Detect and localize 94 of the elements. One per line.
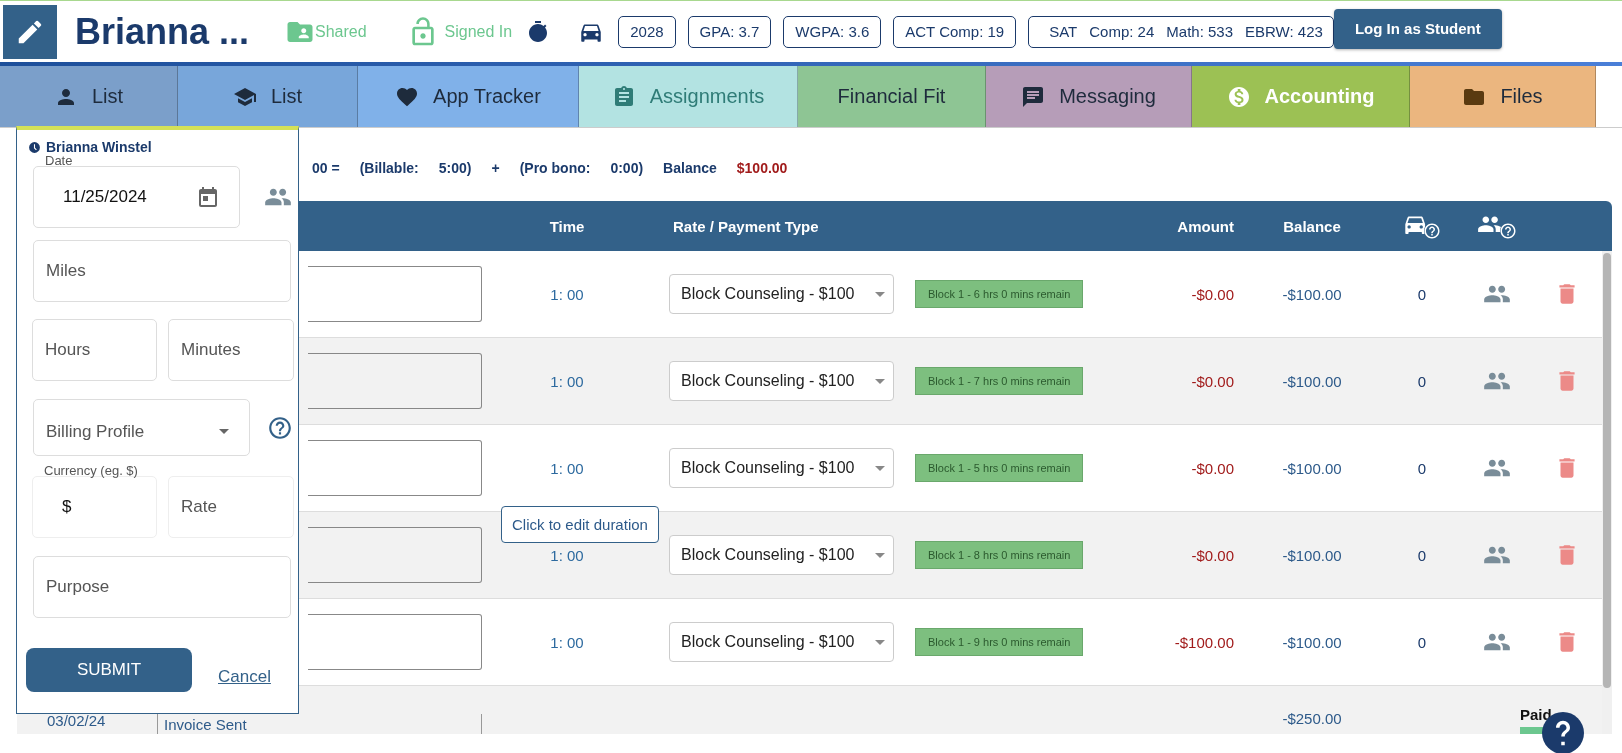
dollar-icon <box>1226 84 1251 109</box>
column-header: Balance <box>1283 217 1341 235</box>
nav-tab[interactable]: Assignments <box>579 66 798 127</box>
time-cell[interactable]: 1: 00 <box>550 459 584 477</box>
balance-cell: -$100.00 <box>1282 633 1342 651</box>
block-remaining-badge: Block 1 - 5 hrs 0 mins remain <box>915 454 1084 482</box>
time-cell[interactable]: 1: 00 <box>550 372 584 390</box>
clock-icon <box>28 140 41 154</box>
balance-cell: -$100.00 <box>1282 546 1342 564</box>
calendar-icon[interactable] <box>196 185 220 209</box>
summary-text: + <box>491 160 500 176</box>
block-remaining-badge: Block 1 - 9 hrs 0 mins remain <box>915 628 1084 656</box>
miles-cell: 0 <box>1417 546 1427 564</box>
summary-text: 5:00) <box>438 160 472 176</box>
balance-cell: -$100.00 <box>1282 459 1342 477</box>
miles-field[interactable]: Miles <box>33 240 291 302</box>
nav-tab[interactable]: List <box>178 66 358 127</box>
score-badge: 2028 <box>618 15 676 48</box>
billing-profile-select[interactable]: Billing Profile <box>33 399 250 456</box>
tooltip: Click to edit duration <box>501 506 659 543</box>
column-header: Amount <box>1177 217 1234 235</box>
purpose-field[interactable]: Purpose <box>33 556 291 618</box>
summary-text: Balance <box>663 160 717 176</box>
caret-icon <box>875 465 885 471</box>
description-field[interactable] <box>308 353 482 409</box>
nav-tab[interactable]: App Tracker <box>358 66 579 127</box>
block-remaining-badge: Block 1 - 7 hrs 0 mins remain <box>915 367 1084 395</box>
nav-tab[interactable]: Financial Fit <box>798 66 986 127</box>
caret-icon <box>875 291 885 297</box>
balance-cell: -$100.00 <box>1282 372 1342 390</box>
miles-cell: 0 <box>1417 633 1427 651</box>
amount-cell: -$0.00 <box>1191 285 1234 303</box>
summary-text: (Billable: <box>359 160 419 176</box>
summary-text: $100.00 <box>736 160 788 176</box>
amount-cell: -$100.00 <box>1174 633 1234 651</box>
hours-field[interactable]: Hours <box>32 318 157 381</box>
nav-tab[interactable]: Messaging <box>986 66 1192 127</box>
score-badge: GPA: 3.7 <box>687 15 772 48</box>
summary-text: 00 = <box>312 160 340 176</box>
rate-select[interactable]: Block Counseling - $100 <box>669 535 894 575</box>
column-header: Time <box>549 217 585 235</box>
date-field[interactable]: 11/25/2024 <box>33 166 240 228</box>
miles-cell: 0 <box>1417 459 1427 477</box>
score-badge: WGPA: 3.6 <box>783 15 882 48</box>
time-cell[interactable]: 1: 00 <box>550 285 584 303</box>
submit-button[interactable]: SUBMIT <box>26 648 192 692</box>
sat-score: Comp: 24 <box>1089 23 1155 40</box>
miles-cell: 0 <box>1417 372 1427 390</box>
cancel-link[interactable]: Cancel <box>218 667 271 687</box>
summary-text: 0:00) <box>610 160 644 176</box>
login-as-student-button[interactable]: Log In as Student <box>1333 8 1502 49</box>
time-cell[interactable]: 1: 00 <box>550 546 584 564</box>
minutes-field[interactable]: Minutes <box>168 318 294 381</box>
rate-field[interactable]: Rate <box>168 476 294 538</box>
rate-select[interactable]: Block Counseling - $100 <box>669 448 894 488</box>
balance-cell: -$250.00 <box>1282 710 1342 727</box>
edit-button[interactable] <box>3 4 57 59</box>
block-remaining-badge: Block 1 - 8 hrs 0 mins remain <box>915 541 1084 569</box>
amount-cell: -$0.00 <box>1191 459 1234 477</box>
amount-cell: -$0.00 <box>1191 546 1234 564</box>
sat-score: Math: 533 <box>1166 23 1234 40</box>
time-cell[interactable]: 1: 00 <box>550 633 584 651</box>
shared-status: Shared <box>315 22 367 41</box>
description-field[interactable] <box>308 614 482 670</box>
nav-tab[interactable]: Files <box>1410 66 1596 127</box>
block-remaining-badge: Block 1 - 6 hrs 0 mins remain <box>915 280 1084 308</box>
panel-title: Brianna Winstel <box>46 139 152 155</box>
balance-cell: -$100.00 <box>1282 285 1342 303</box>
amount-cell: -$0.00 <box>1191 372 1234 390</box>
student-name: Brianna ... <box>75 10 251 53</box>
nav-tab[interactable]: List <box>0 66 178 127</box>
sat-score: SAT <box>1049 23 1078 40</box>
caret-icon <box>875 639 885 645</box>
chat-icon <box>1021 84 1046 109</box>
signed-in-status: Signed In <box>444 22 513 41</box>
description-field[interactable] <box>308 266 482 322</box>
column-header: Rate / Payment Type <box>673 217 819 235</box>
description-field[interactable] <box>308 440 482 496</box>
scrollbar[interactable] <box>1602 251 1612 734</box>
rate-select[interactable]: Block Counseling - $100 <box>669 274 894 314</box>
score-badge: ACT Comp: 19 <box>893 15 1017 48</box>
caret-icon <box>875 378 885 384</box>
caret-icon <box>875 552 885 558</box>
rate-select[interactable]: Block Counseling - $100 <box>669 622 894 662</box>
date-cell: 03/02/24 <box>47 712 106 729</box>
rate-select[interactable]: Block Counseling - $100 <box>669 361 894 401</box>
caret-icon <box>219 429 229 434</box>
help-icon[interactable] <box>267 414 293 441</box>
summary-text: (Pro bono: <box>519 160 591 176</box>
field-label: Date <box>44 154 74 167</box>
field-label: Currency (eg. $) <box>43 464 139 477</box>
miles-cell: 0 <box>1417 285 1427 303</box>
sat-score: EBRW: 423 <box>1245 23 1323 40</box>
description-field[interactable] <box>308 527 482 583</box>
